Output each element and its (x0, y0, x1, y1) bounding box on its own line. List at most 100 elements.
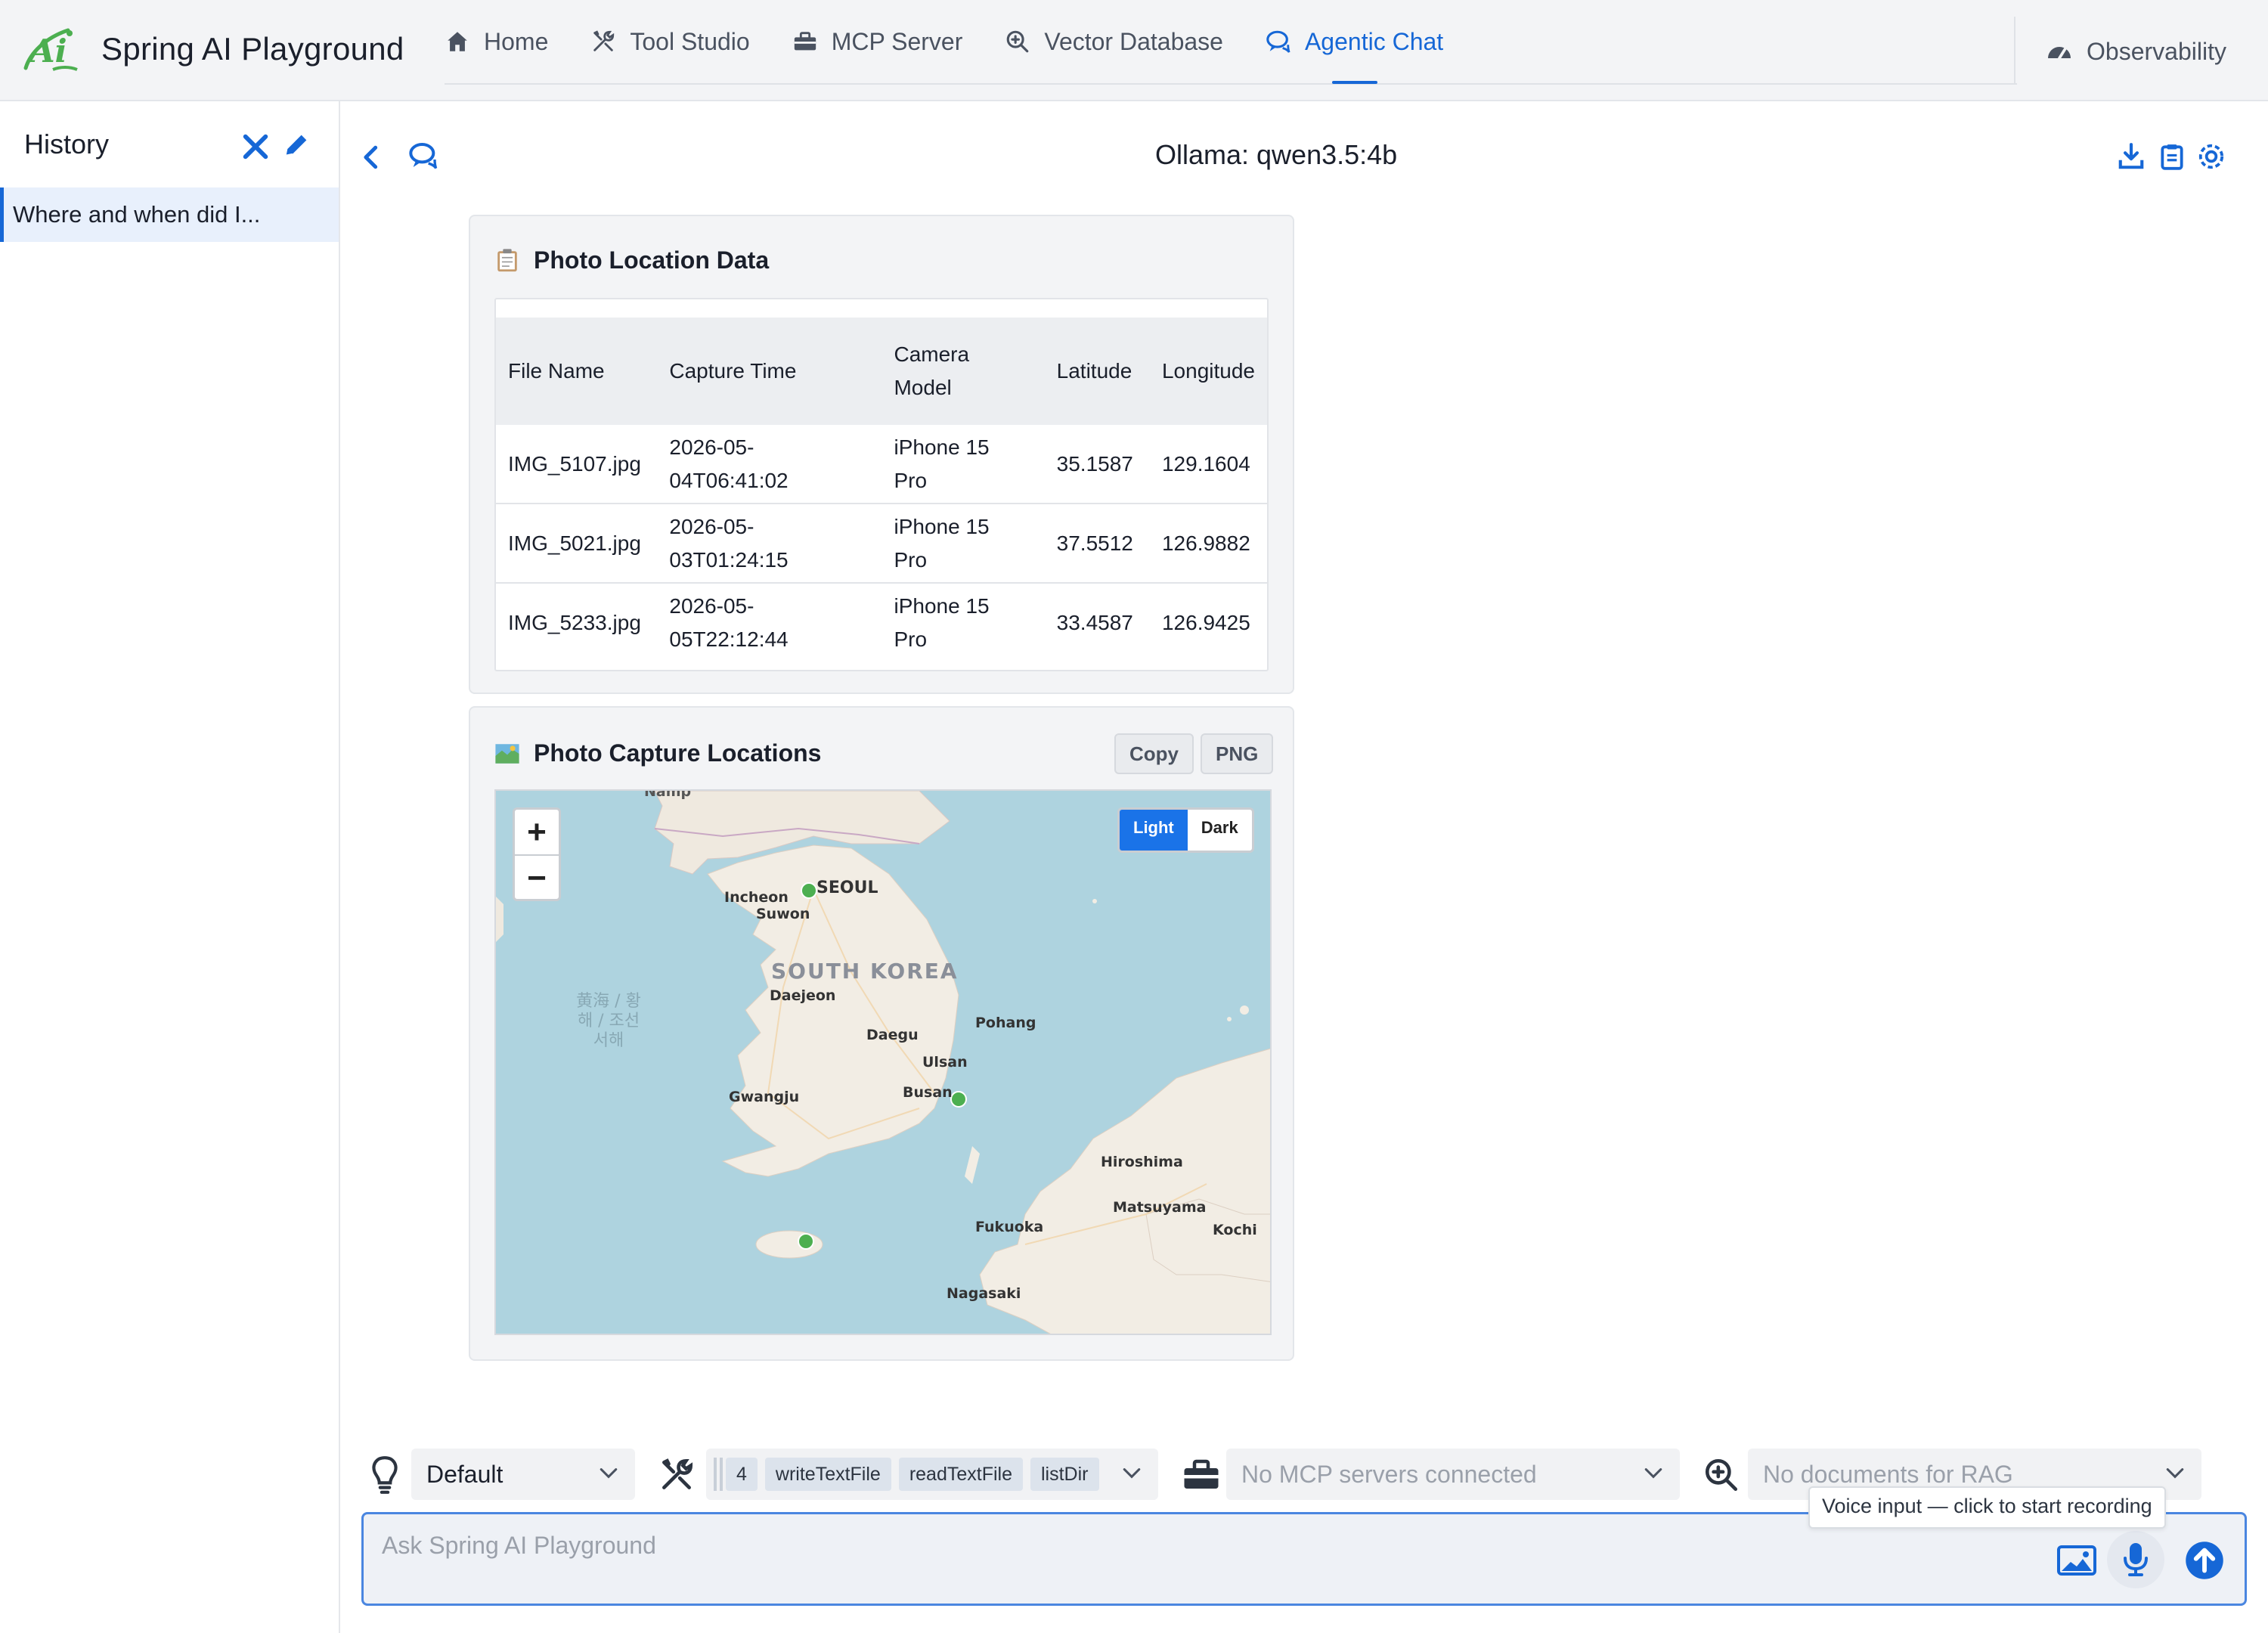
cell-lat: 33.4587 (1056, 610, 1133, 634)
mcp-placeholder: No MCP servers connected (1241, 1460, 1537, 1488)
chat-icon (1266, 30, 1290, 53)
toolbox-icon (1184, 1459, 1219, 1489)
chevron-left-icon[interactable] (358, 142, 384, 172)
city-label: Daegu (866, 1027, 919, 1043)
tab-observability[interactable]: Observability (2046, 0, 2226, 103)
top-header: Ai Spring AI Playground Home Tool Studio… (0, 0, 2268, 101)
microphone-icon (2124, 1543, 2148, 1576)
chevron-down-icon (600, 1468, 618, 1479)
spring-ai-logo-icon: Ai (23, 28, 78, 71)
tab-tool-studio[interactable]: Tool Studio (590, 0, 750, 84)
map-view[interactable]: Namp SEOUL Incheon Suwon SOUTH KOREA Dae… (494, 789, 1272, 1335)
tab-vector-database[interactable]: Vector Database (1005, 0, 1223, 84)
city-label: Incheon (724, 889, 789, 906)
table-row: IMG_5233.jpg 2026-05-05T22:12:44 iPhone … (496, 583, 1267, 662)
cell-file: IMG_5233.jpg (508, 610, 641, 634)
new-chat-icon[interactable] (408, 141, 438, 171)
pencil-icon[interactable] (281, 130, 311, 160)
observability-label: Observability (2087, 37, 2226, 65)
history-item[interactable]: Where and when did I... (0, 187, 339, 242)
brand[interactable]: Ai Spring AI Playground (23, 23, 404, 76)
map-theme-toggle: Light Dark (1117, 807, 1254, 853)
city-label: Nagasaki (947, 1285, 1021, 1302)
tab-mcp-server[interactable]: MCP Server (792, 0, 963, 84)
tab-tool-studio-label: Tool Studio (630, 27, 750, 55)
city-label: Gwangju (729, 1089, 800, 1105)
city-label: Hiroshima (1101, 1154, 1183, 1170)
close-icon[interactable] (240, 132, 271, 162)
city-label: Kochi (1213, 1222, 1257, 1238)
col-camera-model: Camera Model (881, 318, 1044, 425)
tab-agentic-chat[interactable]: Agentic Chat (1266, 0, 1443, 84)
photo-location-data-card: Photo Location Data File Name Capture Ti… (469, 215, 1294, 694)
persona-select[interactable]: Default (411, 1449, 635, 1500)
tab-home-label: Home (484, 27, 549, 55)
download-icon[interactable] (2117, 142, 2146, 171)
clipboard-emoji-icon (497, 248, 517, 271)
chat-input[interactable] (380, 1528, 1895, 1563)
zoom-out-button[interactable]: − (515, 856, 559, 900)
cell-camera-text: iPhone 15 Pro (894, 593, 990, 651)
cell-camera: iPhone 15 Pro (881, 425, 1045, 504)
gauge-icon (2048, 47, 2071, 60)
model-title: Ollama: qwen3.5:4b (1155, 139, 1398, 170)
table-row: IMG_5107.jpg 2026-05-04T06:41:02 iPhone … (496, 425, 1267, 504)
tool-chip[interactable]: listDir (1030, 1458, 1099, 1491)
map-base (496, 791, 1270, 1334)
tools-select[interactable]: 4 writeTextFile readTextFile listDir (706, 1449, 1158, 1500)
col-latitude: Latitude (1056, 359, 1132, 383)
city-label: Pohang (975, 1015, 1036, 1031)
tool-chip[interactable]: readTextFile (898, 1458, 1023, 1491)
city-label: SEOUL (816, 878, 878, 897)
photo-capture-locations-card: Photo Capture Locations Copy PNG Namp SE… (469, 706, 1294, 1361)
toolbox-icon (794, 32, 816, 51)
tab-home[interactable]: Home (445, 0, 548, 84)
sidebar-title: History (24, 129, 110, 160)
tool-chip[interactable]: writeTextFile (764, 1458, 891, 1491)
cell-camera-text: iPhone 15 Pro (894, 435, 990, 492)
image-upload-icon[interactable] (2057, 1545, 2096, 1576)
png-button[interactable]: PNG (1201, 733, 1274, 774)
clipboard-icon[interactable] (2158, 142, 2186, 171)
tab-vector-database-label: Vector Database (1044, 27, 1223, 55)
lightbulb-icon (372, 1456, 398, 1494)
cell-time-text: 2026-05-04T06:41:02 (669, 435, 789, 492)
col-longitude: Longitude (1161, 359, 1255, 383)
gear-icon[interactable] (2197, 142, 2226, 171)
city-label: Matsuyama (1113, 1199, 1207, 1216)
tab-agentic-chat-label: Agentic Chat (1304, 27, 1444, 55)
cell-camera: iPhone 15 Pro (881, 504, 1045, 584)
city-label: Fukuoka (975, 1219, 1044, 1235)
mic-button[interactable] (2107, 1531, 2164, 1588)
search-plus-icon (1705, 1458, 1738, 1492)
map-emoji-icon (495, 743, 519, 764)
send-icon[interactable] (2184, 1540, 2225, 1581)
city-label: Suwon (756, 906, 810, 922)
theme-light-button[interactable]: Light (1120, 810, 1188, 851)
history-sidebar: History Where and when did I... (0, 101, 340, 1633)
header-divider (2014, 17, 2015, 85)
table-card-title: Photo Location Data (494, 246, 769, 274)
map-marker (801, 882, 817, 899)
map-marker (950, 1091, 967, 1108)
chip-separator (720, 1458, 723, 1491)
cell-time: 2026-05-03T01:24:15 (657, 504, 882, 584)
svg-text:Ai: Ai (27, 33, 67, 70)
home-icon (448, 32, 467, 51)
cell-camera: iPhone 15 Pro (881, 583, 1044, 662)
voice-tooltip: Voice input — click to start recording (1808, 1486, 2166, 1529)
copy-button[interactable]: Copy (1114, 733, 1194, 774)
zoom-controls: + − (513, 807, 561, 901)
chip-separator (714, 1458, 717, 1491)
app-title: Spring AI Playground (101, 31, 404, 67)
theme-dark-button[interactable]: Dark (1188, 810, 1252, 851)
zoom-in-button[interactable]: + (515, 810, 559, 856)
cell-lon: 126.9882 (1149, 504, 1267, 584)
cell-lat: 35.1587 (1044, 425, 1150, 504)
col-file-name: File Name (508, 359, 605, 383)
tab-mcp-server-label: MCP Server (831, 27, 963, 55)
chevron-down-icon (1644, 1468, 1662, 1479)
map-card-title: Photo Capture Locations (494, 739, 821, 767)
mcp-select[interactable]: No MCP servers connected (1226, 1449, 1680, 1500)
photo-data-table: File Name Capture Time Camera Model Lati… (496, 318, 1267, 662)
